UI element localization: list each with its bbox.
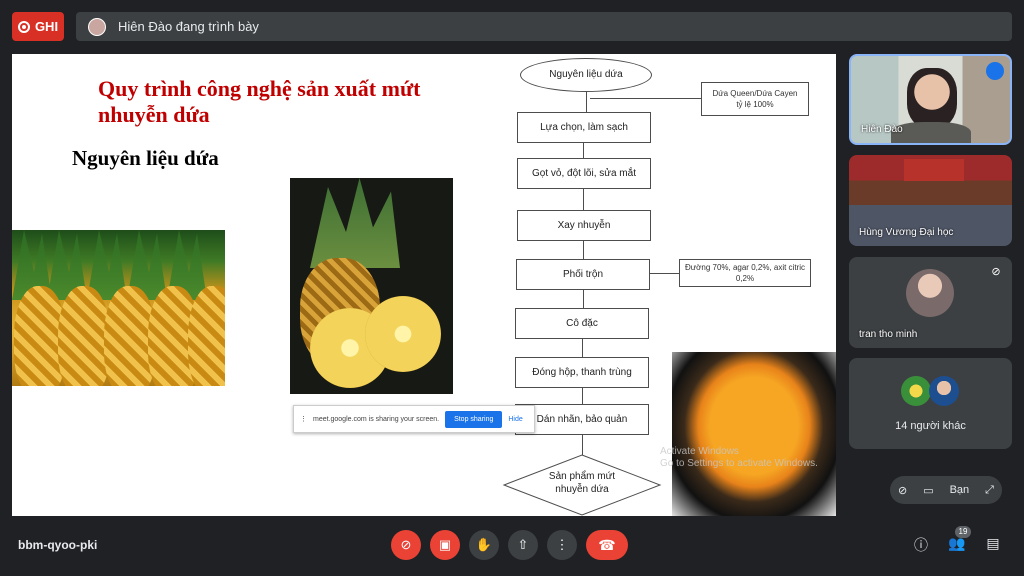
pineapple-sliced-image xyxy=(290,178,453,394)
self-view-pill[interactable]: ⊘ ▭ Bạn ⤢ xyxy=(890,476,1002,504)
mic-toggle-button[interactable]: ⊘ xyxy=(391,530,421,560)
expand-icon[interactable]: ⤢ xyxy=(985,484,994,497)
participant-tile-1[interactable]: Hiên Đào xyxy=(849,54,1012,145)
slide-title: Quy trình công nghệ sản xuất mứt nhuyễn … xyxy=(98,76,421,127)
hide-share-bar-button[interactable]: Hide xyxy=(508,416,522,423)
leave-call-button[interactable]: ☎ xyxy=(586,530,628,560)
participant-tile-3[interactable]: ⊘ tran tho minh xyxy=(849,257,1012,348)
participant-tile-2[interactable]: Hùng Vương Đại học xyxy=(849,155,1012,246)
pineapple-row-image xyxy=(12,230,225,386)
slide-subtitle: Nguyên liệu dứa xyxy=(72,146,219,170)
meeting-code: bbm-qyoo-pki xyxy=(18,538,98,552)
presentation-stage: Quy trình công nghệ sản xuất mứt nhuyễn … xyxy=(12,54,836,516)
flow-step-5: Cô đặc xyxy=(515,308,649,339)
speaker-body xyxy=(891,122,971,143)
record-indicator[interactable]: GHI xyxy=(12,12,64,41)
chat-icon[interactable]: ▤ xyxy=(982,535,1004,557)
record-icon xyxy=(17,20,30,33)
flow-step-7: Dán nhãn, bảo quản xyxy=(515,404,649,435)
mic-off-icon[interactable]: ⊘ xyxy=(898,484,907,497)
flow-step-2: Gọt vỏ, đột lõi, sửa mắt xyxy=(517,158,651,189)
presenter-avatar xyxy=(88,17,106,36)
present-button[interactable]: ⇧ xyxy=(508,530,538,560)
share-text: meet.google.com is sharing your screen. xyxy=(313,415,440,423)
participant-tile-others[interactable]: 14 người khác xyxy=(849,358,1012,449)
people-count-badge: 19 xyxy=(955,526,971,538)
more-options-button[interactable]: ⋮ xyxy=(547,530,577,560)
raise-hand-button[interactable]: ✋ xyxy=(469,530,499,560)
drag-handle-icon[interactable]: ⋮ xyxy=(300,415,307,423)
participant-name: tran tho minh xyxy=(859,329,918,340)
flow-end-label: Sản phẩm mứt nhuyễn dứa xyxy=(548,471,616,495)
participant-name: Hiên Đào xyxy=(861,124,903,135)
presenter-bar: Hiên Đào đang trình bày xyxy=(76,12,1012,41)
participant-name: Hùng Vương Đại học xyxy=(859,227,954,238)
self-label: Bạn xyxy=(949,484,970,496)
jam-pot-image xyxy=(672,352,836,516)
avatar xyxy=(929,376,959,406)
flow-step-3: Xay nhuyễn xyxy=(517,210,651,241)
activation-watermark: Activate Windows Go to Settings to activ… xyxy=(660,446,818,469)
record-label: GHI xyxy=(34,19,59,34)
material-note: Dứa Queen/Dứa Cayen tỷ lệ 100% xyxy=(701,82,809,116)
people-icon[interactable]: 👥 xyxy=(946,535,968,557)
stop-sharing-button[interactable]: Stop sharing xyxy=(445,410,503,428)
camera-toggle-button[interactable]: ▣ xyxy=(430,530,460,560)
camera-off-icon[interactable]: ▭ xyxy=(923,484,933,497)
speaker-face xyxy=(907,68,957,128)
screen-share-bar: ⋮ meet.google.com is sharing your screen… xyxy=(293,405,535,433)
avatar-logo xyxy=(901,376,931,406)
flow-step-6: Đóng hộp, thanh trùng xyxy=(515,357,649,388)
flow-step-1: Lựa chọn, làm sạch xyxy=(517,112,651,143)
others-count: 14 người khác xyxy=(895,420,966,432)
avatar xyxy=(906,269,954,317)
presenter-text: Hiên Đào đang trình bày xyxy=(118,19,259,34)
info-icon[interactable]: ⓘ xyxy=(910,535,932,557)
ingredient-note: Đường 70%, agar 0,2%, axit citric 0,2% xyxy=(679,259,811,287)
conference-banner xyxy=(904,159,964,181)
flow-start-oval: Nguyên liệu dứa xyxy=(520,58,652,92)
mic-off-icon: ⊘ xyxy=(991,266,1001,278)
flow-step-4: Phối trộn xyxy=(516,259,650,290)
speaking-icon xyxy=(986,62,1004,80)
